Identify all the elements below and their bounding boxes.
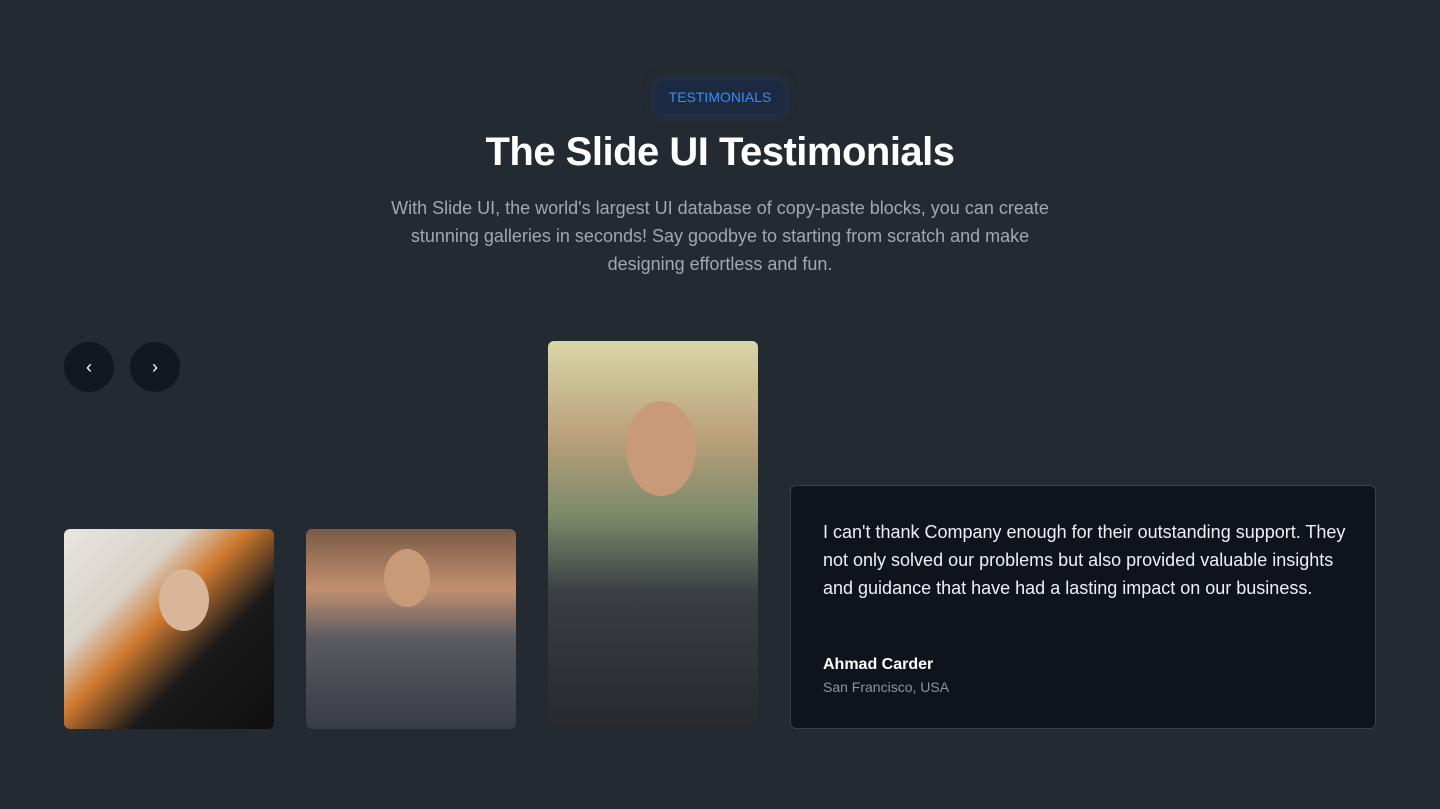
testimonial-photo-man-smiling[interactable]	[306, 529, 516, 729]
chevron-left-icon: ‹	[86, 356, 92, 377]
page-title: The Slide UI Testimonials	[485, 130, 955, 174]
section-badge: TESTIMONIALS	[655, 80, 785, 114]
prev-button[interactable]: ‹	[64, 342, 114, 392]
testimonial-author: Ahmad Carder	[823, 656, 934, 673]
testimonial-photo-woman[interactable]	[64, 529, 274, 729]
testimonial-quote: I can't thank Company enough for their o…	[823, 522, 1346, 598]
testimonial-card: I can't thank Company enough for their o…	[790, 485, 1376, 729]
page-subtitle: With Slide UI, the world's largest UI da…	[391, 198, 1049, 274]
chevron-right-icon: ›	[152, 356, 158, 377]
testimonial-location: San Francisco, USA	[823, 679, 950, 695]
next-button[interactable]: ›	[130, 342, 180, 392]
testimonial-photo-man-glasses[interactable]	[548, 341, 758, 729]
